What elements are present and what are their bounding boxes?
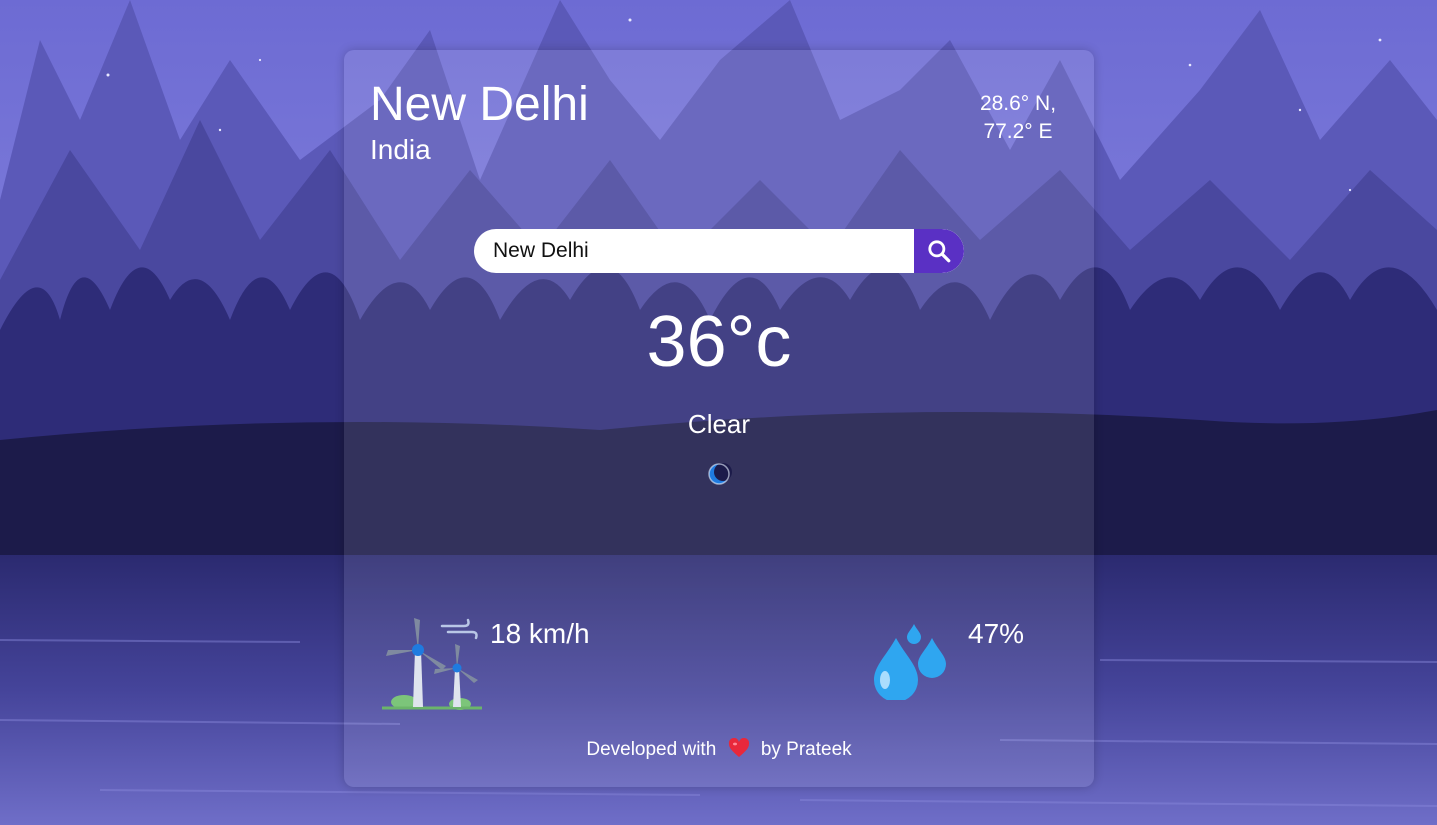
latitude: 28.6° N, <box>979 92 1057 115</box>
city-name: New Delhi <box>370 78 589 131</box>
longitude: 77.2° E <box>983 120 1053 143</box>
search-input[interactable] <box>474 229 914 273</box>
coordinates: 28.6° N, 77.2° E <box>968 90 1068 146</box>
condition-text: Clear <box>687 409 751 439</box>
crescent-moon-icon <box>708 463 732 485</box>
search-bar <box>474 229 964 273</box>
footer-credit: Developed with by Prateek <box>344 738 1094 762</box>
wind-turbine-icon <box>382 618 482 710</box>
footer-prefix: Developed with <box>586 739 717 760</box>
temperature: 36°c <box>646 302 792 382</box>
heart-icon <box>728 738 749 757</box>
water-drops-icon <box>874 624 946 700</box>
humidity-value: 47% <box>968 618 1025 649</box>
footer-suffix: by Prateek <box>760 739 852 760</box>
wind-speed: 18 km/h <box>490 618 590 649</box>
country-name: India <box>370 134 431 165</box>
weather-card: New Delhi India 28.6° N, 77.2° E 36°c Cl… <box>344 50 1094 787</box>
search-button[interactable] <box>914 229 964 273</box>
search-icon <box>928 240 951 263</box>
